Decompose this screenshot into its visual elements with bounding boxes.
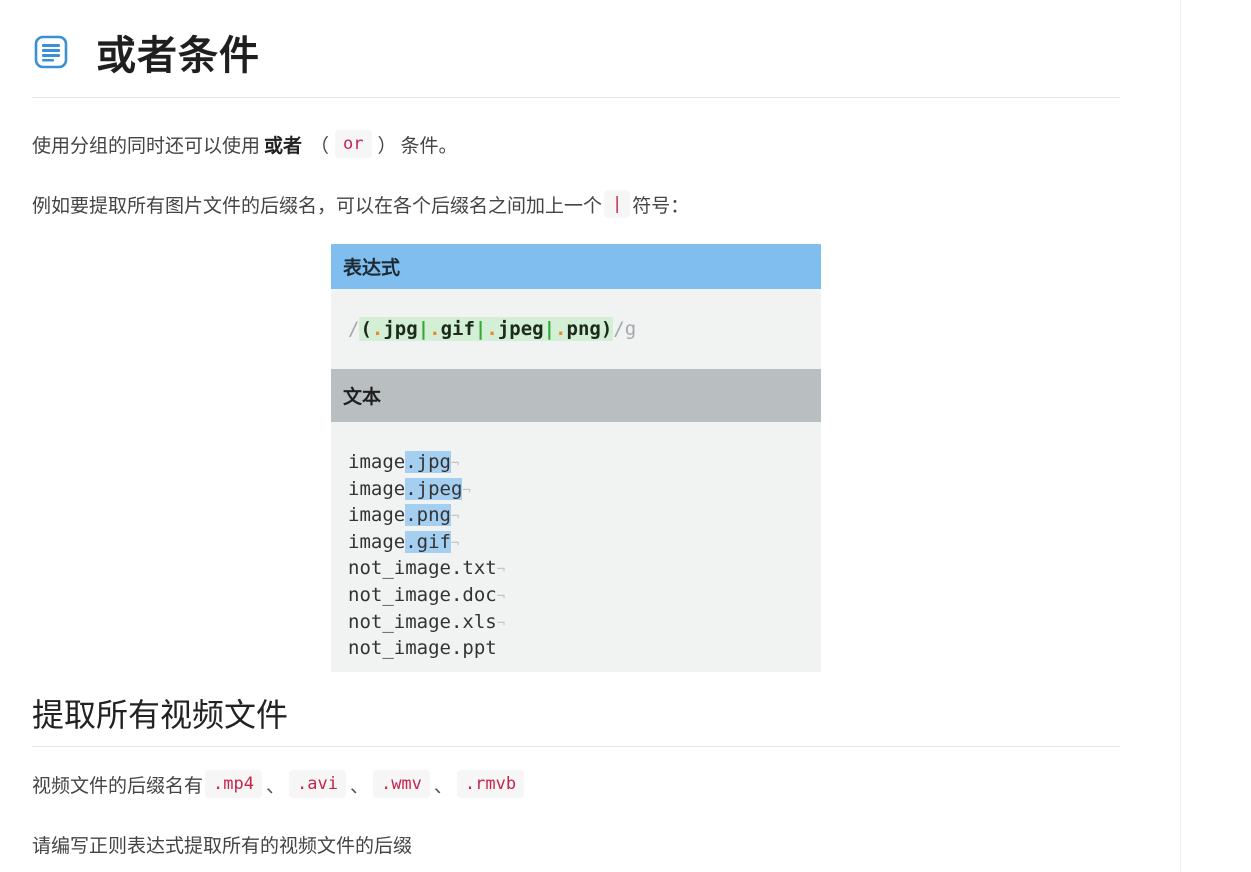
format-code: .wmv <box>372 770 430 798</box>
intro-tail: 条件。 <box>400 134 458 157</box>
text-line-base: image <box>348 504 406 527</box>
text-line-base: image <box>348 451 406 473</box>
right-divider <box>1180 0 1181 872</box>
regex-pipe: | <box>543 318 556 340</box>
newline-marker: ¬ <box>450 509 460 526</box>
format-separator: 、 <box>265 774 285 797</box>
format-code: .rmvb <box>456 770 525 798</box>
section-heading: 或者条件 <box>32 24 260 80</box>
format-separator: 、 <box>349 774 369 797</box>
format-code: .avi <box>288 770 346 798</box>
newline-marker: ¬ <box>450 535 460 552</box>
regex-pipe: | <box>474 318 487 340</box>
intro-close-paren: ） <box>377 134 397 157</box>
example-text: 例如要提取所有图片文件的后缀名，可以在各个后缀名之间加上一个 <box>32 194 603 217</box>
document-list-icon <box>34 35 68 69</box>
regex-alternatives: .jpg|.gif|.jpeg|.png <box>372 318 601 340</box>
regex-example-figure: 表达式 / (.jpg|.gif|.jpeg|.png) / g 文本 image.j… <box>331 244 821 672</box>
format-code: .mp4 <box>205 770 262 798</box>
intro-text: 使用分组的同时还可以使用 <box>32 134 261 157</box>
formats-paragraph: 视频文件的后缀名有 .mp4、 .avi、 .wmv、 .rmvb <box>32 767 526 801</box>
text-line-base: not_image.xls <box>348 610 497 633</box>
newline-marker: ¬ <box>450 456 460 472</box>
newline-marker: ¬ <box>496 615 506 632</box>
match-highlight: .jpg <box>405 451 451 473</box>
match-highlight: .png <box>405 504 451 527</box>
regex-dot: . <box>555 318 567 340</box>
heading-divider <box>32 97 1120 98</box>
newline-marker: ¬ <box>496 562 506 579</box>
regex-open-slash: / <box>348 318 360 340</box>
text-line: not_image.txt¬ <box>348 555 821 582</box>
regex-literal: gif <box>440 318 475 340</box>
regex-close-slash: / <box>613 318 625 340</box>
text-line: image.jpeg¬ <box>348 476 821 503</box>
text-line: image.jpg¬ <box>348 449 821 476</box>
text-line-base: image <box>348 477 406 500</box>
example-tail: 符号： <box>632 194 690 217</box>
regex-rparen: ) <box>600 318 613 340</box>
text-line: not_image.ppt <box>348 635 821 662</box>
sample-text: image.jpg¬ image.jpeg¬ image.png¬ image.gif… <box>331 422 821 662</box>
regex-pipe: | <box>417 318 430 340</box>
text-line-base: not_image.doc <box>348 583 497 606</box>
regex-literal: png <box>566 318 601 340</box>
text-line: image.gif¬ <box>348 529 821 556</box>
pipe-code: | <box>604 190 631 218</box>
match-highlight: .gif <box>405 530 451 553</box>
formats-label: 视频文件的后缀名有 <box>32 774 204 797</box>
text-header: 文本 <box>331 369 821 422</box>
regex-literal: jpg <box>383 318 418 340</box>
intro-open-paren: （ <box>310 134 330 157</box>
subsection-divider <box>32 746 1120 747</box>
text-line-base: image <box>348 530 406 553</box>
match-highlight: .jpeg <box>405 477 463 500</box>
regex-group: (.jpg|.gif|.jpeg|.png) <box>359 317 614 341</box>
regex-literal: jpeg <box>497 318 544 340</box>
format-separator: 、 <box>433 774 453 797</box>
intro-bold: 或者 <box>264 134 303 157</box>
newline-marker: ¬ <box>462 482 471 499</box>
expression-header: 表达式 <box>331 244 821 289</box>
page-title: 或者条件 <box>96 33 260 79</box>
intro-paragraph: 使用分组的同时还可以使用 或者 （ or ） 条件。 <box>32 128 458 160</box>
regex-expression: / (.jpg|.gif|.jpeg|.png) / g <box>331 289 821 369</box>
newline-marker: ¬ <box>496 588 506 605</box>
subsection-title: 提取所有视频文件 <box>32 696 289 734</box>
example-paragraph: 例如要提取所有图片文件的后缀名，可以在各个后缀名之间加上一个 | 符号： <box>32 188 689 220</box>
regex-dot: . <box>371 318 384 340</box>
regex-lparen: ( <box>360 318 372 340</box>
text-line: not_image.xls¬ <box>348 609 821 636</box>
text-line-base: not_image.ppt <box>348 637 497 660</box>
task-paragraph: 请编写正则表达式提取所有的视频文件的后缀 <box>32 834 413 857</box>
regex-dot: . <box>486 318 498 340</box>
text-line-base: not_image.txt <box>348 557 497 580</box>
or-code: or <box>335 130 372 158</box>
regex-dot: . <box>429 318 441 340</box>
text-line: image.png¬ <box>348 502 821 529</box>
text-line: not_image.doc¬ <box>348 582 821 609</box>
regex-flag: g <box>624 318 637 340</box>
